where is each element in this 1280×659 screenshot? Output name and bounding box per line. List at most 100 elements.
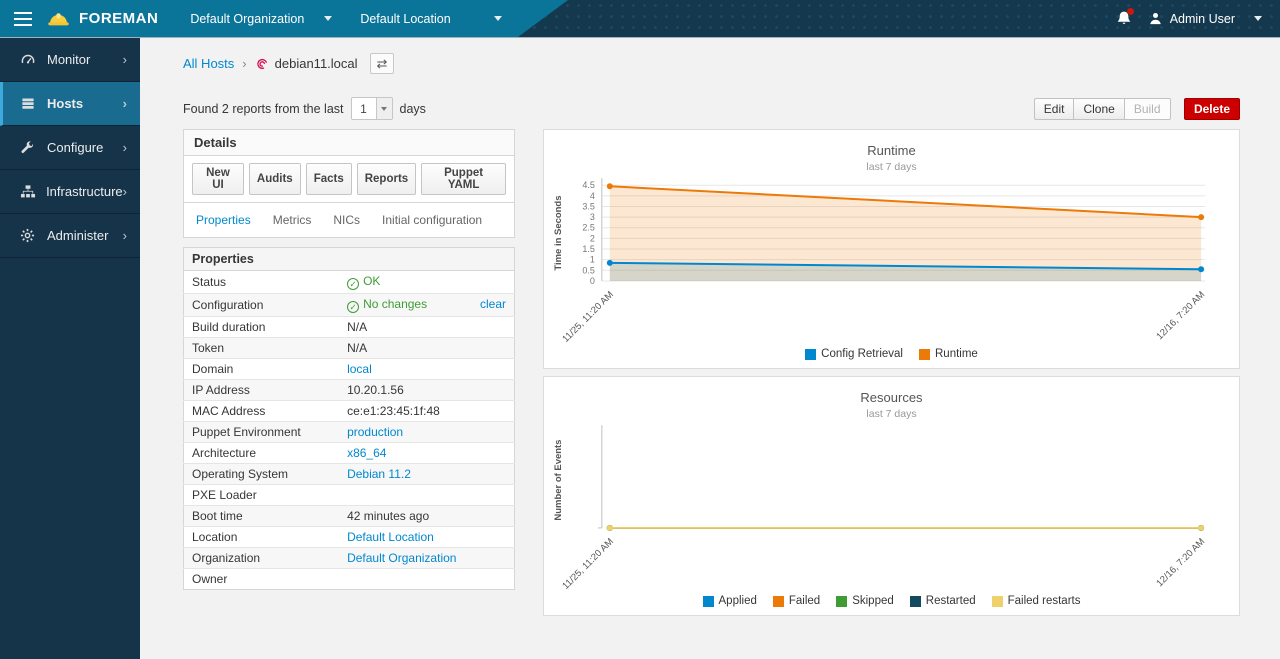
prop-row-mac-address: MAC Addressce:e1:23:45:1f:48 [184,401,515,422]
prop-label: Status [184,271,340,294]
legend-item-applied[interactable]: Applied [703,595,757,607]
chevron-right-icon: › [123,52,127,67]
details-button-facts[interactable]: Facts [306,163,352,195]
build-button[interactable]: Build [1124,98,1171,120]
svg-text:4: 4 [590,191,595,201]
user-icon [1148,11,1163,26]
details-button-reports[interactable]: Reports [357,163,416,195]
breadcrumb: All Hosts › debian11.local ⇄ [183,53,1240,74]
legend-swatch [992,596,1003,607]
prop-label: Domain [184,359,340,380]
prop-value [339,485,514,506]
details-buttons-row: New UIAuditsFactsReportsPuppet YAML [184,156,514,203]
properties-table-title: Properties [184,248,515,271]
svg-text:Number of Events: Number of Events [553,440,564,521]
legend-label: Restarted [926,595,976,607]
prop-value-link[interactable]: x86_64 [347,446,386,460]
prop-value-link[interactable]: Default Location [347,530,434,544]
notifications-button[interactable] [1116,10,1132,27]
chart-legend-runtime: Config Retrieval Runtime [544,348,1239,360]
delete-button[interactable]: Delete [1184,98,1240,120]
details-button-audits[interactable]: Audits [249,163,301,195]
prop-value: x86_64 [339,443,514,464]
svg-text:0: 0 [590,276,595,286]
prop-value: N/A [339,317,514,338]
legend-swatch [836,596,847,607]
sidebar-item-label: Administer [47,228,108,243]
tab-metrics[interactable]: Metrics [273,213,312,227]
sidebar-item-configure[interactable]: Configure› [0,126,140,170]
breadcrumb-all-hosts-link[interactable]: All Hosts [183,56,234,71]
details-column: Details New UIAuditsFactsReportsPuppet Y… [183,129,515,590]
prop-value-link[interactable]: local [347,362,372,376]
location-selector[interactable]: Default Location [346,0,516,37]
report-days-select[interactable]: 1 [351,97,393,120]
prop-value-link[interactable]: Debian 11.2 [347,467,411,481]
host-action-buttons: Edit Clone Build Delete [1034,98,1240,120]
legend-item-runtime[interactable]: Runtime [919,348,978,360]
legend-item-skipped[interactable]: Skipped [836,595,894,607]
sidebar-item-monitor[interactable]: Monitor › [0,38,140,82]
hamburger-menu-icon[interactable] [0,0,46,37]
prop-row-operating-system: Operating SystemDebian 11.2 [184,464,515,485]
prop-row-owner: Owner [184,569,515,590]
prop-value-link[interactable]: Default Organization [347,551,456,565]
brand-name: FOREMAN [79,10,158,27]
prop-row-architecture: Architecture x86_64 [184,443,515,464]
legend-label: Runtime [935,348,978,360]
prop-label: Token [184,338,340,359]
properties-table: Properties Status✓OKConfiguration✓No cha… [183,247,515,590]
tab-initial-configuration[interactable]: Initial configuration [382,213,482,227]
prop-value: production [339,422,514,443]
details-button-puppet-yaml[interactable]: Puppet YAML [421,163,506,195]
legend-label: Skipped [852,595,894,607]
prop-row-pxe-loader: PXE Loader [184,485,515,506]
status-ok-text: No changes [363,297,427,311]
edit-button[interactable]: Edit [1034,98,1075,120]
clone-button[interactable]: Clone [1073,98,1124,120]
select-caret-icon [376,98,392,119]
organization-selector[interactable]: Default Organization [176,0,346,37]
details-button-new-ui[interactable]: New UI [192,163,244,195]
legend-label: Failed restarts [1008,595,1081,607]
chevron-down-icon [1254,16,1262,21]
tab-nics[interactable]: NICs [333,213,360,227]
prop-label: Owner [184,569,340,590]
legend-item-restarted[interactable]: Restarted [910,595,976,607]
clear-link[interactable]: clear [480,297,506,311]
details-tabs: Properties Metrics NICs Initial configurati… [184,203,514,237]
prop-value: ✓No changesclear [339,294,514,317]
chart-title: Resources [544,390,1239,405]
top-navbar: FOREMAN Default Organization Default Loc… [0,0,1280,38]
chart-legend-resources: Applied Failed Skipped Restarted Failed rest… [544,595,1239,607]
sidebar-item-infrastructure[interactable]: Infrastructure› [0,170,140,214]
svg-text:3: 3 [590,212,595,222]
svg-text:11/25, 11:20 AM: 11/25, 11:20 AM [560,289,616,345]
tab-properties[interactable]: Properties [196,213,251,227]
svg-text:1.5: 1.5 [582,244,594,254]
user-name: Admin User [1170,12,1235,26]
host-switcher-button[interactable]: ⇄ [370,53,395,74]
chevron-right-icon: › [123,184,127,199]
sidebar-item-administer[interactable]: Administer› [0,214,140,258]
prop-row-location: LocationDefault Location [184,527,515,548]
report-days-value: 1 [352,98,376,119]
prop-row-configuration: Configuration✓No changesclear [184,294,515,317]
svg-text:3.5: 3.5 [582,201,594,211]
foreman-logo[interactable]: FOREMAN [46,8,158,30]
legend-label: Applied [719,595,757,607]
status-ok-text: OK [363,274,380,288]
chart-card-resources: Resourceslast 7 daysNumber of Events11/2… [543,376,1240,616]
sidebar-item-hosts[interactable]: Hosts› [0,82,140,126]
user-menu[interactable]: Admin User [1148,11,1262,26]
legend-swatch [773,596,784,607]
ok-circle-icon: ✓ [347,278,359,290]
prop-row-organization: OrganizationDefault Organization [184,548,515,569]
prop-label: Architecture [184,443,340,464]
debian-os-icon [255,57,269,71]
legend-item-failed-restarts[interactable]: Failed restarts [992,595,1081,607]
legend-item-failed[interactable]: Failed [773,595,820,607]
sidebar-item-label: Monitor [47,52,90,67]
prop-value-link[interactable]: production [347,425,403,439]
legend-item-config-retrieval[interactable]: Config Retrieval [805,348,903,360]
